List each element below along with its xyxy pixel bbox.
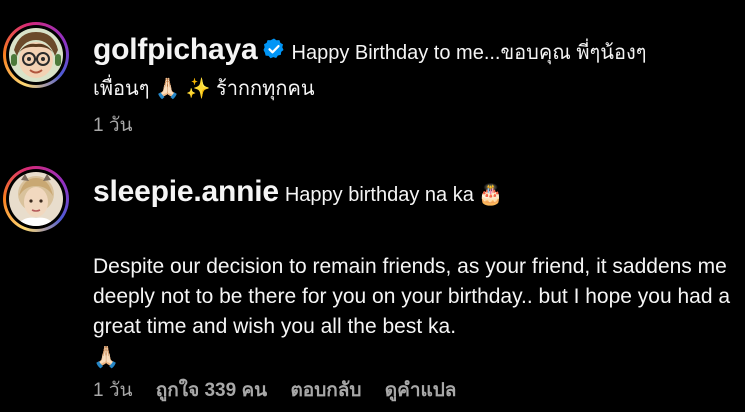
verified-badge-icon <box>263 38 283 59</box>
folded-hands-icon: 🙏🏻 <box>155 76 180 100</box>
avatar[interactable] <box>9 172 63 226</box>
comment-text: Happy Birthday to me...ขอบคุณ พี่ๆน้องๆ <box>291 42 647 64</box>
username[interactable]: golfpichaya <box>93 33 258 66</box>
comment-text: Happy birthday na ka <box>284 184 474 206</box>
comment-content: sleepie.annie Happy birthday na ka 🎂 Desp… <box>93 174 730 373</box>
comment-meta: 1 วัน ถูกใจ 339 คน ตอบกลับ ดูคำแปล <box>93 375 474 405</box>
timestamp[interactable]: 1 วัน <box>93 115 133 136</box>
comment-body: Despite our decision to remain friends, … <box>93 255 731 369</box>
username[interactable]: sleepie.annie <box>93 175 279 208</box>
sparkles-icon: ✨ <box>185 76 211 100</box>
birthday-cake-icon: 🎂 <box>478 182 504 206</box>
timestamp[interactable]: 1 วัน <box>93 380 133 401</box>
folded-hands-icon: 🙏🏻 <box>93 345 120 369</box>
reply-button[interactable]: ตอบกลับ <box>290 380 361 401</box>
avatar[interactable] <box>9 28 63 82</box>
avatar-story-ring[interactable] <box>3 166 69 232</box>
avatar-story-ring[interactable] <box>3 22 69 88</box>
comment-meta: 1 วัน <box>93 110 151 140</box>
comment-text-continued: เพื่อนๆ 🙏🏻 ✨ ร้ากกทุกคน <box>93 76 315 100</box>
see-translation-button[interactable]: ดูคำแปล <box>385 380 457 401</box>
likes-count-link[interactable]: ถูกใจ 339 คน <box>156 380 267 401</box>
comment-content: golfpichaya Happy Birthday to me...ขอบคุ… <box>93 32 727 104</box>
